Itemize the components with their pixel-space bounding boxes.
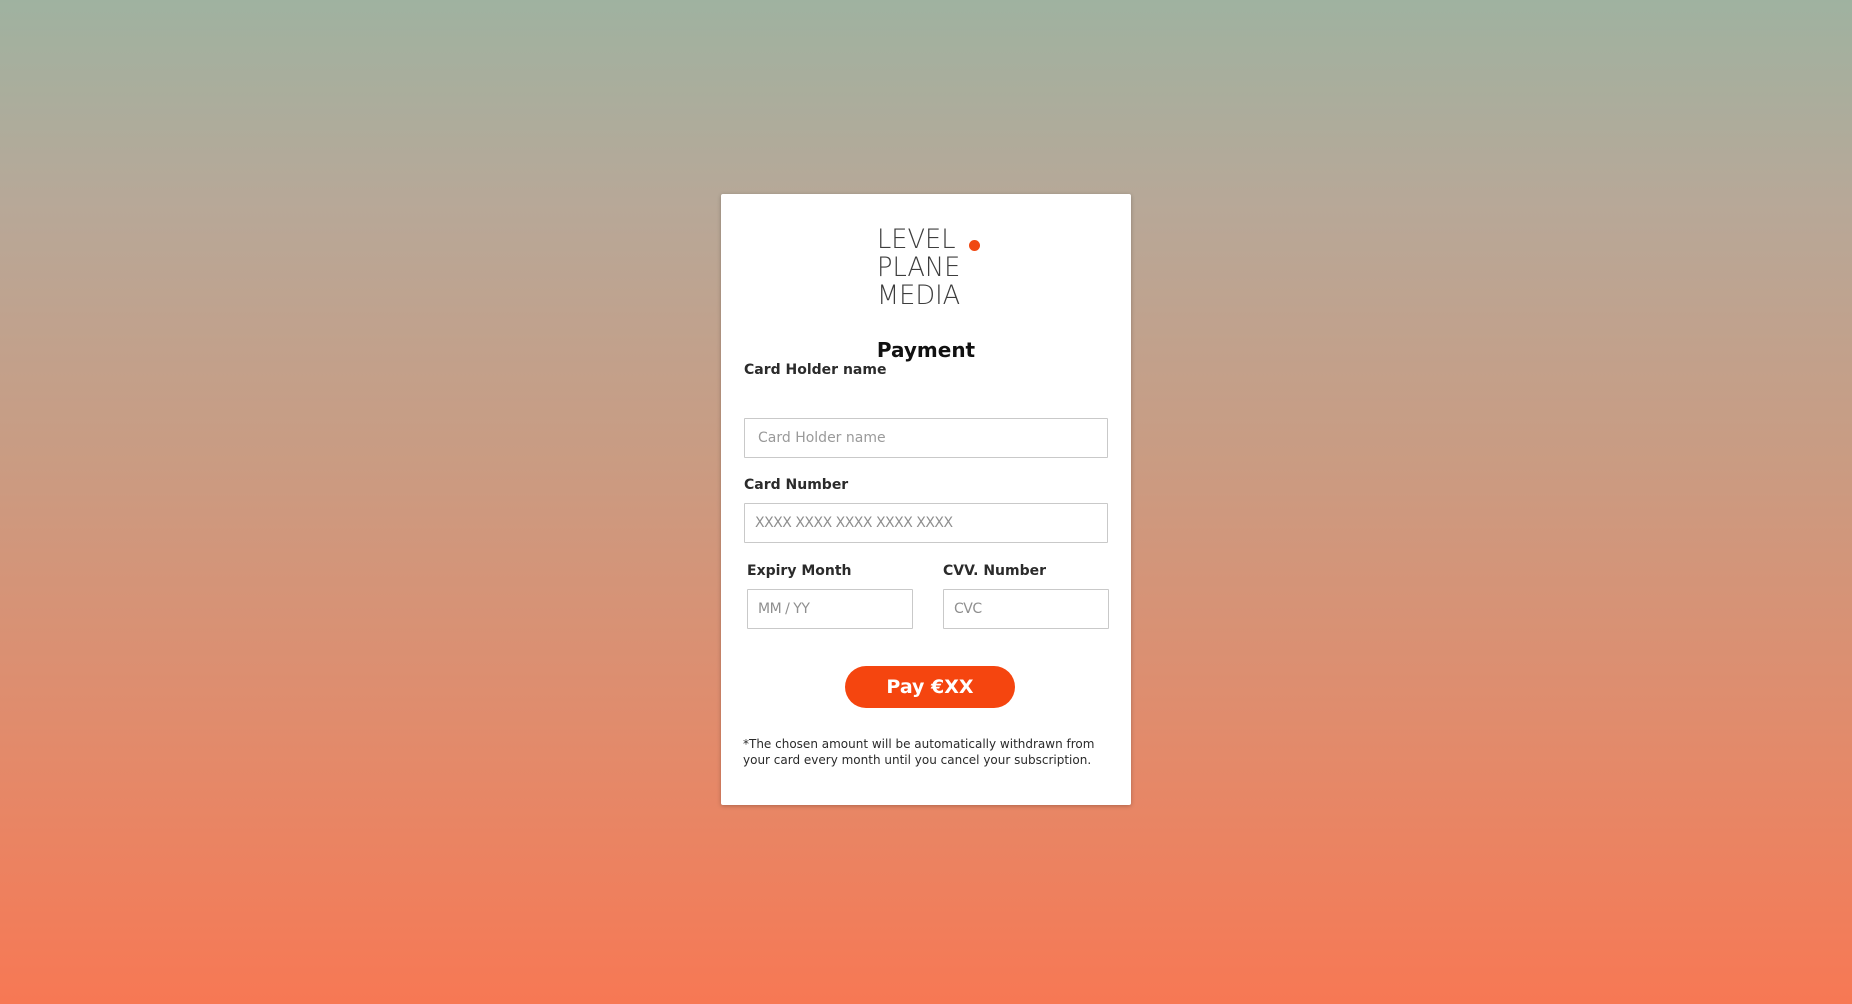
payment-card: LEVEL PLANE MEDIA Payment Card Holder na…: [721, 194, 1131, 805]
card-number-label: Card Number: [744, 477, 849, 493]
card-holder-label: Card Holder name: [744, 362, 887, 378]
subscription-note: *The chosen amount will be automatically…: [743, 737, 1095, 767]
cvv-number-input[interactable]: [943, 589, 1109, 629]
logo-line-plane: PLANE: [877, 252, 961, 283]
logo-line-level: LEVEL: [877, 224, 956, 255]
brand-logo: LEVEL PLANE MEDIA: [877, 225, 987, 310]
cvv-number-label: CVV. Number: [943, 563, 1047, 579]
card-holder-input[interactable]: [744, 418, 1108, 458]
page-title: Payment: [876, 338, 976, 362]
expiry-month-input[interactable]: [747, 589, 913, 629]
expiry-month-label: Expiry Month: [747, 563, 852, 579]
logo-line-media: MEDIA: [877, 280, 961, 311]
logo-dot-icon: [969, 240, 980, 251]
pay-button[interactable]: Pay €XX: [845, 666, 1015, 708]
card-number-input[interactable]: [744, 503, 1108, 543]
